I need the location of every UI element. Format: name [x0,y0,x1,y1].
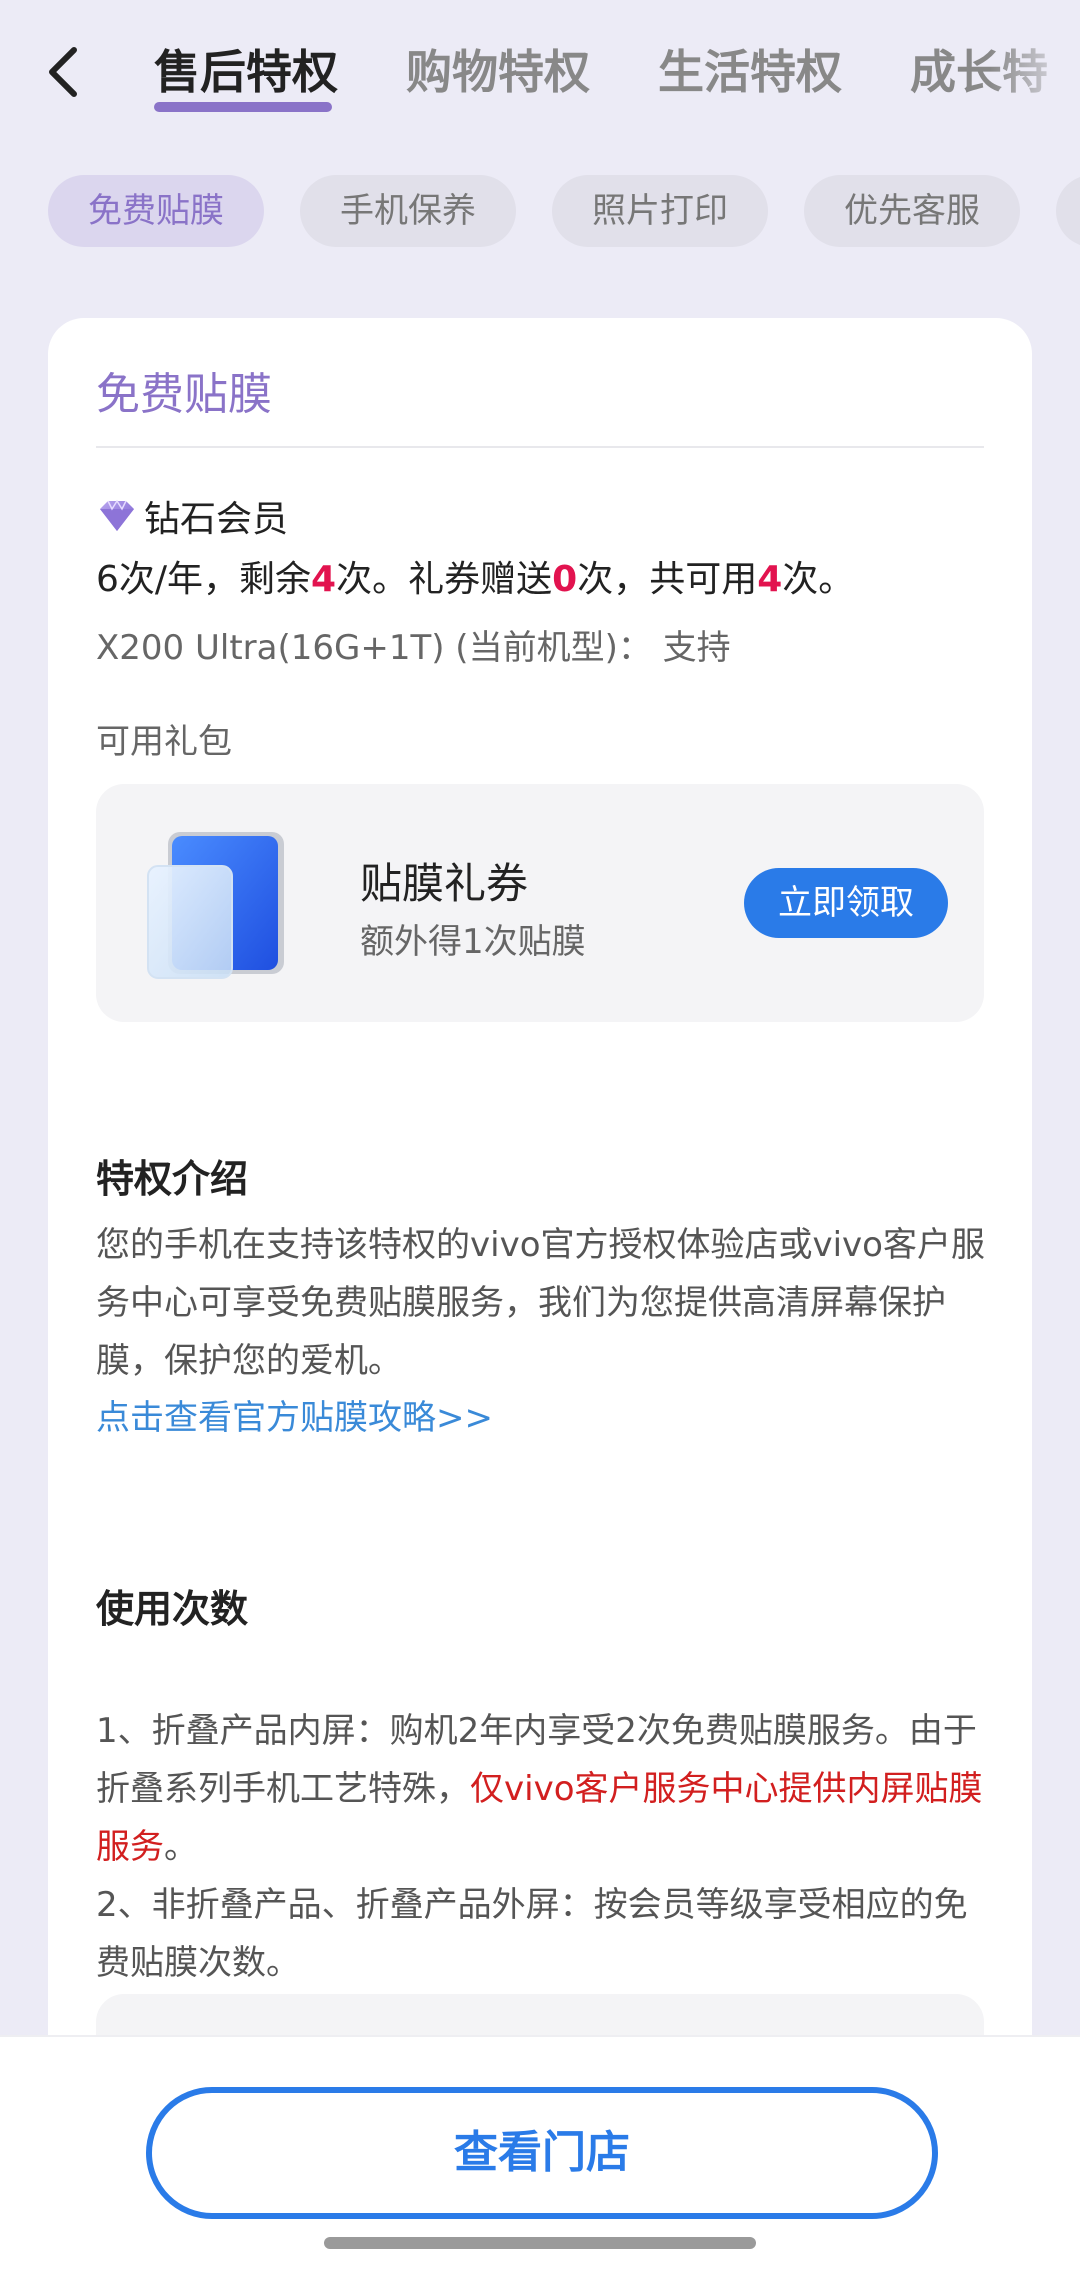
gift-coupon-box: 贴膜礼券 额外得1次贴膜 立即领取 [96,784,984,1022]
intro-text: 您的手机在支持该特权的vivo官方授权体验店或vivo客户服务中心可享受免费贴膜… [96,1225,985,1381]
chip-more[interactable] [1056,175,1080,247]
chip-phone-maintenance[interactable]: 手机保养 [300,175,516,247]
view-stores-button[interactable]: 查看门店 [146,2087,938,2219]
tab-shopping[interactable]: 购物特权 [406,36,590,102]
film-guide-link[interactable]: 点击查看官方贴膜攻略>> [96,1390,493,1439]
gift-title: 贴膜礼券 [360,859,529,908]
screen-protector-image [147,832,284,979]
usage-rule-1: 1、折叠产品内屏：购机2年内享受2次免费贴膜服务。由于折叠系列手机工艺特殊，仅v… [96,1702,996,1876]
gift-section-label: 可用礼包 [96,722,232,762]
claim-now-button[interactable]: 立即领取 [744,868,948,938]
diamond-icon [100,499,134,531]
member-level-label: 钻石会员 [144,499,289,540]
tab-after-sales[interactable]: 售后特权 [154,36,338,102]
usage-count-title: 使用次数 [96,1587,249,1631]
intro-title: 特权介绍 [96,1157,249,1201]
gift-subtitle: 额外得1次贴膜 [360,922,586,962]
tab-life[interactable]: 生活特权 [658,36,842,102]
rule-text: 。 [164,1827,198,1867]
bottom-action-bar: 查看门店 [0,2035,1080,2271]
usage-text: 次。 [782,559,855,600]
card-title: 免费贴膜 [96,369,272,420]
divider [96,446,984,448]
privilege-tabs: 售后特权 购物特权 生活特权 成长特 [150,36,1080,126]
active-tab-underline [154,102,332,112]
back-arrow-icon[interactable] [38,40,94,104]
usage-text: 次，共可用 [577,559,758,600]
tabs-fade-overlay [990,36,1080,126]
chip-free-film[interactable]: 免费贴膜 [48,175,264,247]
model-support-line: X200 Ultra(16G+1T) (当前机型)： 支持 [96,628,731,668]
usage-rule-2: 2、非折叠产品、折叠产品外屏：按会员等级享受相应的免费贴膜次数。 [96,1885,968,1983]
chip-priority-service[interactable]: 优先客服 [804,175,1020,247]
gifted-count: 0 [552,559,578,600]
remaining-count: 4 [311,559,337,600]
privilege-card: 免费贴膜 钻石会员 6次/年，剩余4次。礼券赠送0次，共可用4次。 X200 U… [48,318,1032,2098]
usage-text: 次。礼券赠送 [336,559,553,600]
usage-text: 6次/年，剩余 [96,559,312,600]
total-count: 4 [757,559,783,600]
sub-privilege-chips: 免费贴膜 手机保养 照片打印 优先客服 [0,175,1080,247]
home-indicator[interactable] [324,2237,756,2249]
chip-photo-print[interactable]: 照片打印 [552,175,768,247]
usage-summary: 6次/年，剩余4次。礼券赠送0次，共可用4次。 [96,550,854,602]
member-level: 钻石会员 [96,490,288,542]
top-nav: 售后特权 购物特权 生活特权 成长特 [0,0,1080,150]
